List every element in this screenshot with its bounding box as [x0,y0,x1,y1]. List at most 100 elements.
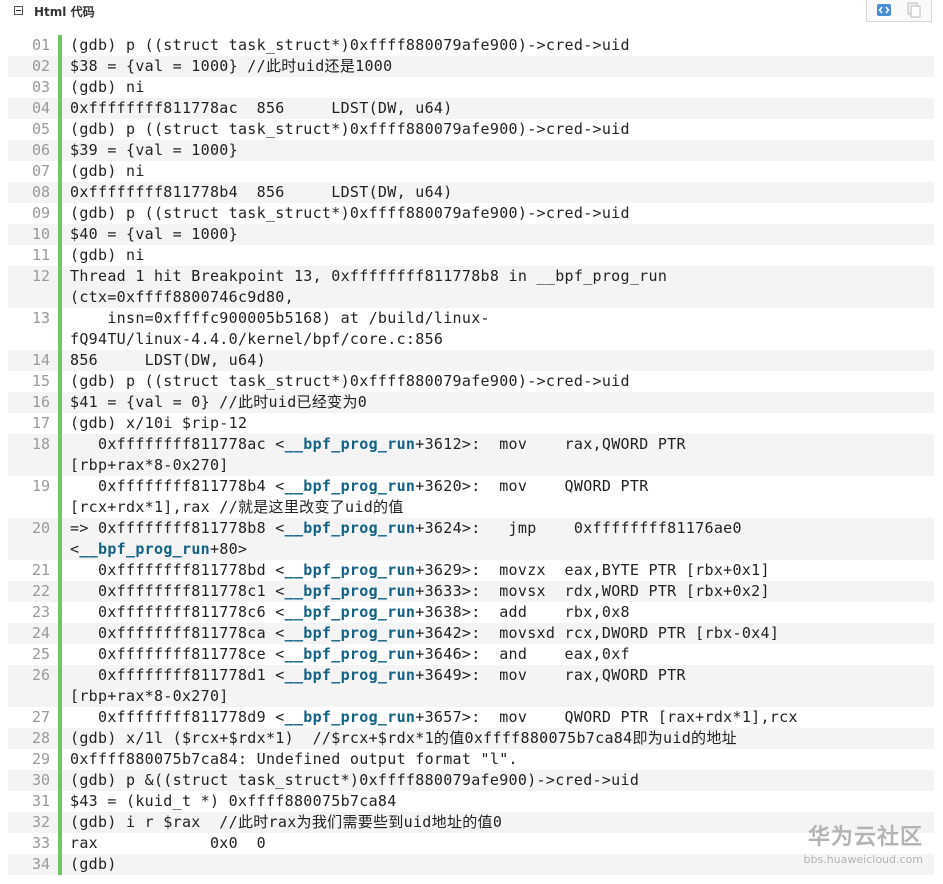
line-number: 27 [31,708,50,726]
copy-code-button[interactable] [903,1,925,19]
function-name: __bpf_prog_run [284,666,416,684]
code-text: (gdb) ni [70,162,145,180]
code-line: 05 (gdb) p ((struct task_struct*)0xffff88… [8,119,934,140]
code-text: (gdb) p ((struct task_struct*)0xffff8800… [70,36,630,54]
line-number: 20 [31,519,50,537]
line-number: 34 [31,855,50,873]
code-text: (gdb) p &((struct task_struct*)0xffff880… [70,771,640,789]
code-line: 10 $40 = {val = 1000} [8,224,934,245]
code-line: 33 rax 0x0 0 [8,833,934,854]
code-text: (gdb) x/1l ($rcx+$rdx*1) //$rcx+$rdx*1的值… [70,729,737,747]
line-number: 29 [31,750,50,768]
line-code: 0xffffffff811778d1 <__bpf_prog_run+3649>… [58,665,934,707]
code-text: (gdb) ni [70,78,145,96]
function-name: __bpf_prog_run [284,603,416,621]
line-number: 33 [31,834,50,852]
line-code: $39 = {val = 1000} [58,140,934,161]
line-number: 24 [31,624,50,642]
line-code: 0xffffffff811778ce <__bpf_prog_run+3646>… [58,644,934,665]
line-number: 01 [31,36,50,54]
code-text: (gdb) x/10i $rip-12 [70,414,248,432]
line-code: $40 = {val = 1000} [58,224,934,245]
code-text: 0xffffffff811778d1 < [70,666,285,684]
line-code: 0xffffffff811778b4 <__bpf_prog_run+3620>… [58,476,934,518]
watermark: 华为云社区 bbs.huaweicloud.com [804,819,923,866]
collapse-toggle-icon[interactable] [14,6,23,15]
line-code: 0xffffffff811778d9 <__bpf_prog_run+3657>… [58,707,934,728]
function-name: __bpf_prog_run [284,582,416,600]
code-line: 01 (gdb) p ((struct task_struct*)0xffff88… [8,35,934,56]
line-number: 18 [31,435,50,453]
line-number: 32 [31,813,50,831]
code-text: +3649>: mov rax,QWORD PTR [415,666,686,684]
line-number: 21 [31,561,50,579]
line-number: 03 [31,78,50,96]
function-name: __bpf_prog_run [284,561,416,579]
line-code: 0xffff880075b7ca84: Undefined output for… [58,749,934,770]
code-block-header: Html 代码 [0,0,943,30]
line-number: 22 [31,582,50,600]
code-line: 13 insn=0xffffc900005b5168) at /build/li… [8,308,934,350]
line-code: 0xffffffff811778ac 856 LDST(DW, u64) [58,98,934,119]
code-line: 29 0xffff880075b7ca84: Undefined output f… [8,749,934,770]
line-number: 28 [31,729,50,747]
line-code: (gdb) p ((struct task_struct*)0xffff8800… [58,119,934,140]
code-text: (gdb) ni [70,246,145,264]
code-line: 07 (gdb) ni [8,161,934,182]
line-number: 08 [31,183,50,201]
copy-icon [907,2,921,18]
code-text: $43 = (kuid_t *) 0xffff880075b7ca84 [70,792,397,810]
code-text: 0xffffffff811778ca < [70,624,285,642]
function-name: __bpf_prog_run [284,435,416,453]
line-number: 14 [31,351,50,369]
code-text: 856 LDST(DW, u64) [70,351,266,369]
code-text: 0xffffffff811778b4 856 LDST(DW, u64) [70,183,453,201]
view-source-button[interactable] [873,1,895,19]
line-code: 0xffffffff811778c1 <__bpf_prog_run+3633>… [58,581,934,602]
code-line: 19 0xffffffff811778b4 <__bpf_prog_run+36… [8,476,934,518]
code-text: $39 = {val = 1000} [70,141,238,159]
function-name: __bpf_prog_run [79,540,210,558]
code-text: (gdb) i r $rax //此时rax为我们需要些到uid地址的值0 [70,813,503,831]
line-number: 09 [31,204,50,222]
line-code: (gdb) x/10i $rip-12 [58,413,934,434]
code-text: 0xffffffff811778ce < [70,645,285,663]
code-line: 25 0xffffffff811778ce <__bpf_prog_run+36… [8,644,934,665]
code-text: +3646>: and eax,0xf [415,645,630,663]
line-code: => 0xffffffff811778b8 <__bpf_prog_run+36… [58,518,934,560]
line-code: (gdb) p ((struct task_struct*)0xffff8800… [58,35,934,56]
code-text: (gdb) p ((struct task_struct*)0xffff8800… [70,120,630,138]
code-text: +3612>: mov rax,QWORD PTR [415,435,686,453]
code-language-title: Html 代码 [34,5,95,19]
line-code: $38 = {val = 1000} //此时uid还是1000 [58,56,934,77]
code-line: 30 (gdb) p &((struct task_struct*)0xffff8… [8,770,934,791]
code-line: 21 0xffffffff811778bd <__bpf_prog_run+36… [8,560,934,581]
line-number: 02 [31,57,50,75]
code-line: 27 0xffffffff811778d9 <__bpf_prog_run+36… [8,707,934,728]
line-number: 17 [31,414,50,432]
code-text: insn=0xffffc900005b5168) at /build/linux… [70,309,490,327]
code-text: +3624>: jmp 0xffffffff81176ae0 [415,519,742,537]
function-name: __bpf_prog_run [284,519,416,537]
code-text: 0xffffffff811778c1 < [70,582,285,600]
code-line: 16 $41 = {val = 0} //此时uid已经变为0 [8,392,934,413]
line-code: Thread 1 hit Breakpoint 13, 0xffffffff81… [58,266,934,308]
code-line: 34 (gdb) [8,854,934,875]
code-line: 11 (gdb) ni [8,245,934,266]
code-text: 0xffff880075b7ca84: Undefined output for… [70,750,518,768]
line-code: 856 LDST(DW, u64) [58,350,934,371]
line-number: 07 [31,162,50,180]
line-code: 0xffffffff811778ac <__bpf_prog_run+3612>… [58,434,934,476]
code-line: 18 0xffffffff811778ac <__bpf_prog_run+36… [8,434,934,476]
code-line: 24 0xffffffff811778ca <__bpf_prog_run+36… [8,623,934,644]
line-code: (gdb) ni [58,77,934,98]
code-text: (gdb) [70,855,117,873]
line-code: (gdb) x/1l ($rcx+$rdx*1) //$rcx+$rdx*1的值… [58,728,934,749]
line-number: 04 [31,99,50,117]
code-text: Thread 1 hit Breakpoint 13, 0xffffffff81… [70,267,668,285]
line-code: 0xffffffff811778ca <__bpf_prog_run+3642>… [58,623,934,644]
code-line: 26 0xffffffff811778d1 <__bpf_prog_run+36… [8,665,934,707]
line-number: 11 [31,246,50,264]
line-number: 13 [31,309,50,327]
code-line: 20 => 0xffffffff811778b8 <__bpf_prog_run+… [8,518,934,560]
